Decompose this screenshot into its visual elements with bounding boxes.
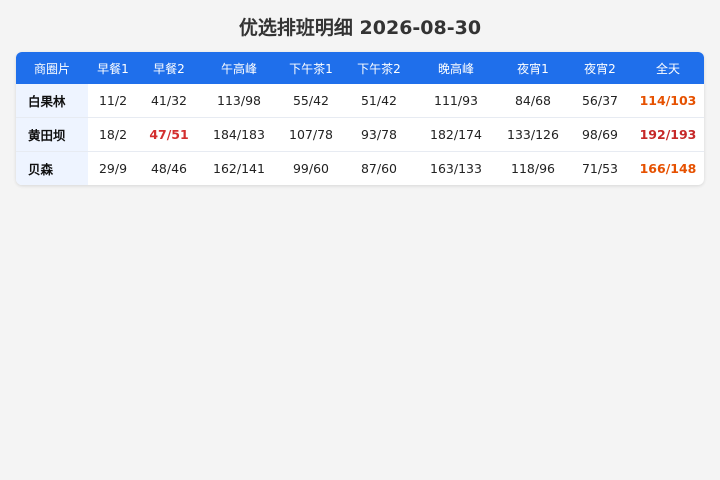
all-day-total-cell: 192/193 [632, 117, 704, 152]
table-cell: 118/96 [498, 151, 568, 185]
all-day-total-cell: 114/103 [639, 93, 697, 108]
table-cell: 48/46 [138, 151, 200, 185]
header-afternoon-tea-2[interactable]: 下午茶2 [344, 52, 414, 84]
table-cell: 84/68 [514, 93, 552, 108]
table-header-row: 商圈片 早餐1 早餐2 午高峰 下午茶1 下午茶2 晚高峰 夜宵1 夜宵2 全天 [16, 52, 704, 84]
header-late-night-1[interactable]: 夜宵1 [498, 52, 568, 84]
table-cell: 162/141 [200, 151, 278, 185]
table-cell: 93/78 [344, 117, 414, 152]
table-cell: 29/9 [88, 151, 138, 185]
table-cell: 107/78 [278, 117, 344, 152]
table-cell: 18/2 [88, 117, 138, 152]
row-district-name: 贝森 [16, 151, 88, 185]
header-district[interactable]: 商圈片 [16, 52, 88, 84]
header-lunch-peak[interactable]: 午高峰 [200, 52, 278, 84]
table-cell: 182/174 [414, 117, 498, 152]
table-cell: 184/183 [200, 117, 278, 152]
table-cell: 133/126 [498, 117, 568, 152]
header-afternoon-tea-1[interactable]: 下午茶1 [278, 52, 344, 84]
alert-cell: 47/51 [138, 117, 200, 152]
table-cell: 11/2 [98, 93, 128, 108]
table-cell: 99/60 [278, 151, 344, 185]
table-cell: 163/133 [414, 151, 498, 185]
schedule-table-card: 商圈片 早餐1 早餐2 午高峰 下午茶1 下午茶2 晚高峰 夜宵1 夜宵2 全天… [16, 52, 704, 185]
table-cell: 51/42 [360, 93, 398, 108]
table-row[interactable]: 黄田坝 18/2 47/51 184/183 107/78 93/78 182/… [16, 117, 704, 152]
table-cell: 71/53 [568, 151, 632, 185]
header-dinner-peak[interactable]: 晚高峰 [414, 52, 498, 84]
all-day-total-cell: 166/148 [632, 151, 704, 185]
header-breakfast-1[interactable]: 早餐1 [88, 52, 138, 84]
table-cell: 55/42 [292, 93, 330, 108]
header-breakfast-2[interactable]: 早餐2 [138, 52, 200, 84]
page-title: 优选排班明细 2026-08-30 [238, 17, 482, 39]
table-cell: 111/93 [434, 93, 478, 108]
table-cell: 56/37 [581, 93, 619, 108]
table-cell: 113/98 [217, 93, 261, 108]
table-row[interactable]: 贝森 29/9 48/46 162/141 99/60 87/60 163/13… [16, 151, 704, 185]
row-district-name: 白果林 [16, 84, 88, 118]
header-late-night-2[interactable]: 夜宵2 [568, 52, 632, 84]
header-all-day[interactable]: 全天 [632, 52, 704, 84]
schedule-table: 商圈片 早餐1 早餐2 午高峰 下午茶1 下午茶2 晚高峰 夜宵1 夜宵2 全天… [16, 52, 704, 185]
row-district-name: 黄田坝 [16, 117, 88, 152]
table-row[interactable]: 白果林 11/2 41/32 113/98 55/42 51/42 111/93… [16, 84, 704, 118]
table-cell: 87/60 [344, 151, 414, 185]
table-cell: 98/69 [568, 117, 632, 152]
page: 优选排班明细 2026-08-30 商圈片 早餐1 早餐2 午高峰 下午茶1 下… [0, 0, 720, 480]
table-cell: 41/32 [150, 93, 188, 108]
